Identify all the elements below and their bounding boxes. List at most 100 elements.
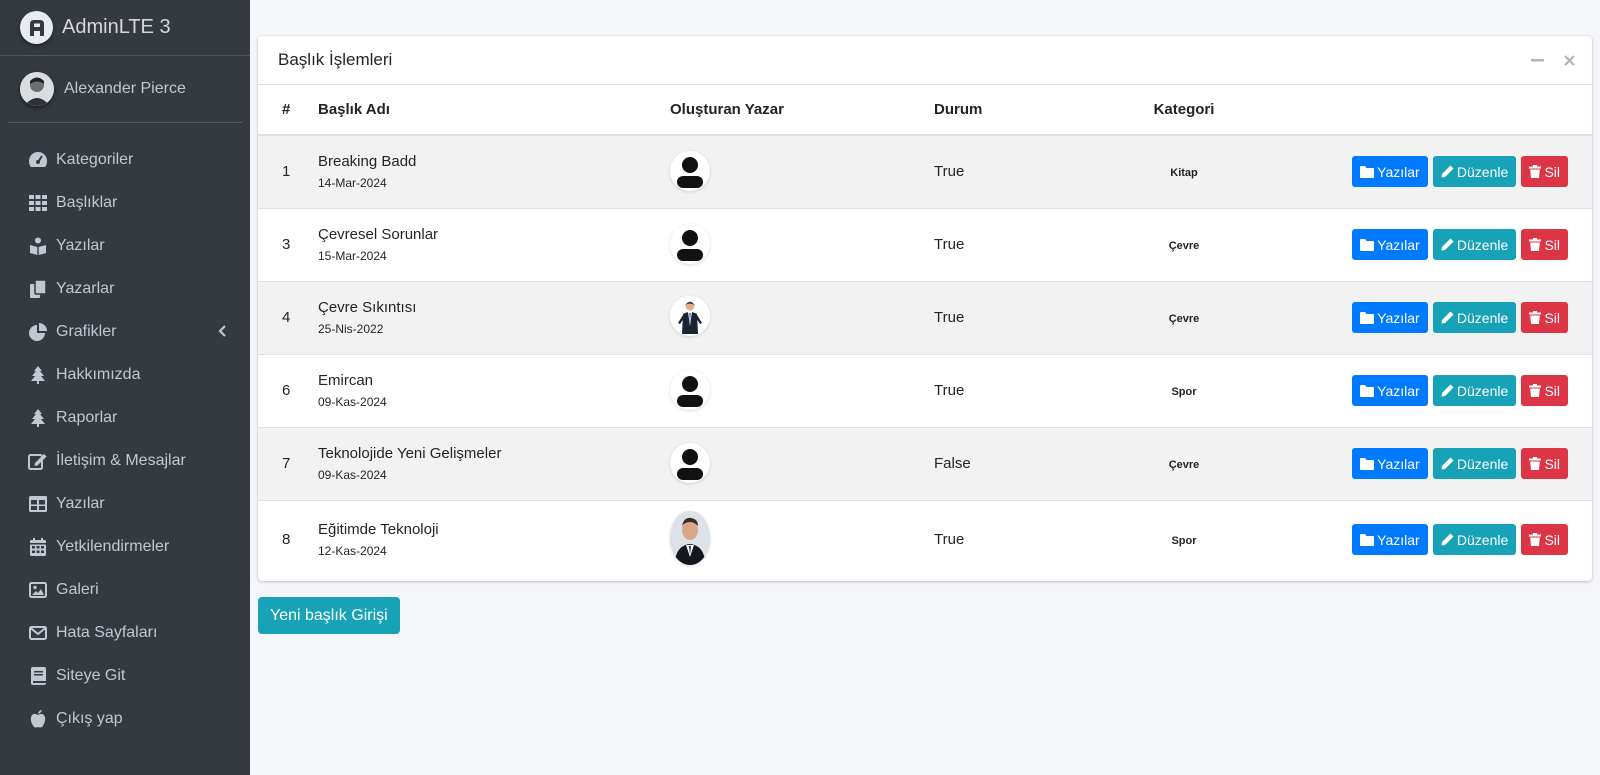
default-user-icon	[670, 370, 710, 410]
grid-icon	[27, 193, 49, 213]
edit-button[interactable]: Düzenle	[1432, 524, 1517, 556]
sidebar-item-yetkilendirmeler[interactable]: Yetkilendirmeler	[0, 525, 250, 568]
book-icon	[27, 666, 49, 686]
row-date: 25-Nis-2022	[318, 322, 384, 336]
sidebar-item-label: Başlıklar	[56, 193, 118, 211]
sidebar-item-label: Kategoriler	[56, 150, 134, 168]
delete-button-label: Sil	[1544, 382, 1560, 399]
edit-button[interactable]: Düzenle	[1432, 448, 1517, 479]
row-actions: Yazılar Düzenle Sil	[1234, 426, 1592, 500]
sidebar-item-hata-sayfalari[interactable]: Hata Sayfaları	[0, 611, 250, 654]
posts-button[interactable]: Yazılar	[1352, 524, 1428, 556]
sidebar-item-label: Hakkımızda	[56, 365, 141, 383]
row-id: 7	[258, 426, 318, 500]
sidebar-item-hakkimizda[interactable]: Hakkımızda	[0, 353, 250, 396]
edit-button[interactable]: Düzenle	[1432, 229, 1517, 260]
trash-icon	[1529, 165, 1542, 179]
edit-button[interactable]: Düzenle	[1432, 156, 1517, 188]
pencil-icon	[1441, 311, 1454, 324]
row-id: 1	[258, 134, 318, 208]
sidebar-item-yazilar-2[interactable]: Yazılar	[0, 482, 250, 525]
row-category-cell: Çevre	[1134, 280, 1234, 354]
row-status: True	[934, 134, 1134, 208]
row-title-cell: Teknolojide Yeni Gelişmeler 09-Kas-2024	[318, 426, 670, 500]
delete-button[interactable]: Sil	[1521, 524, 1568, 556]
default-user-icon	[670, 151, 710, 192]
category-label: Çevre	[1168, 313, 1200, 325]
card-title: Başlık İşlemleri	[278, 50, 393, 69]
edit-button-label: Düzenle	[1456, 531, 1509, 548]
user-panel[interactable]: Alexander Pierce	[8, 56, 242, 123]
pencil-icon	[1441, 165, 1454, 178]
sidebar-item-iletisim[interactable]: İletişim & Mesajlar	[0, 439, 250, 482]
sidebar-item-label: Yazarlar	[56, 279, 115, 297]
table-row: 3 Çevresel Sorunlar 15-Mar-2024 True Çev…	[258, 207, 1592, 281]
times-icon[interactable]	[1562, 53, 1576, 67]
category-label: Çevre	[1168, 240, 1200, 252]
category-label: Spor	[1171, 535, 1197, 548]
delete-button-label: Sil	[1544, 455, 1560, 472]
row-title: Teknolojide Yeni Gelişmeler	[318, 445, 502, 462]
delete-button[interactable]: Sil	[1521, 302, 1568, 333]
posts-button-label: Yazılar	[1377, 236, 1420, 253]
sidebar-item-label: İletişim & Mesajlar	[56, 451, 186, 469]
minus-icon[interactable]	[1530, 53, 1544, 67]
row-title: Breaking Badd	[318, 153, 417, 171]
row-actions: Yazılar Düzenle Sil	[1234, 499, 1592, 579]
sidebar-item-raporlar[interactable]: Raporlar	[0, 396, 250, 439]
row-status: False	[934, 426, 1134, 500]
posts-button[interactable]: Yazılar	[1352, 302, 1428, 333]
row-actions: Yazılar Düzenle Sil	[1234, 134, 1592, 208]
pencil-icon	[1441, 384, 1454, 397]
row-category-cell: Spor	[1134, 499, 1234, 579]
edit-button[interactable]: Düzenle	[1432, 302, 1517, 333]
sidebar-nav: Kategoriler Başlıklar Yazılar Yazarlar G…	[0, 138, 250, 740]
row-author-cell	[670, 280, 934, 354]
brand-link[interactable]: AdminLTE 3	[0, 0, 250, 56]
copy-icon	[27, 279, 49, 299]
posts-button[interactable]: Yazılar	[1352, 156, 1428, 188]
delete-button[interactable]: Sil	[1521, 229, 1568, 260]
delete-button[interactable]: Sil	[1521, 375, 1568, 406]
sidebar-item-kategoriler[interactable]: Kategoriler	[0, 138, 250, 181]
row-author-cell	[670, 499, 934, 579]
sidebar-item-galeri[interactable]: Galeri	[0, 568, 250, 611]
folder-icon	[1360, 238, 1375, 251]
row-date: 09-Kas-2024	[318, 395, 387, 409]
edit-button[interactable]: Düzenle	[1432, 375, 1517, 406]
row-title: Çevresel Sorunlar	[318, 226, 439, 243]
trash-icon	[1529, 311, 1542, 324]
edit-button-label: Düzenle	[1456, 163, 1509, 180]
sidebar-item-grafikler[interactable]: Grafikler	[0, 310, 250, 353]
row-actions: Yazılar Düzenle Sil	[1234, 280, 1592, 354]
sidebar-item-label: Raporlar	[56, 408, 118, 426]
row-category-cell: Çevre	[1134, 207, 1234, 281]
row-actions: Yazılar Düzenle Sil	[1234, 353, 1592, 427]
apple-icon	[27, 709, 49, 729]
posts-button[interactable]: Yazılar	[1352, 229, 1428, 260]
posts-button[interactable]: Yazılar	[1352, 448, 1428, 479]
delete-button[interactable]: Sil	[1521, 156, 1568, 188]
edit-icon	[27, 451, 49, 471]
row-title: Eğitimde Teknoloji	[318, 521, 439, 539]
sidebar-item-yazilar[interactable]: Yazılar	[0, 224, 250, 267]
sidebar-item-basliklar[interactable]: Başlıklar	[0, 181, 250, 224]
table-row: 7 Teknolojide Yeni Gelişmeler 09-Kas-202…	[258, 426, 1592, 500]
row-title: Emircan	[318, 372, 374, 389]
sidebar-item-label: Siteye Git	[56, 666, 126, 684]
row-title-cell: Breaking Badd 14-Mar-2024	[318, 134, 670, 208]
folder-icon	[1360, 311, 1375, 324]
table-row: 4 Çevre Sıkıntısı 25-Nis-2022 True Çevre…	[258, 280, 1592, 354]
calendar-icon	[27, 537, 49, 557]
trash-icon	[1529, 533, 1542, 547]
row-category-cell: Çevre	[1134, 426, 1234, 500]
sidebar-item-label: Yazılar	[56, 494, 105, 512]
sidebar-item-cikis-yap[interactable]: Çıkış yap	[0, 697, 250, 740]
posts-button[interactable]: Yazılar	[1352, 375, 1428, 406]
delete-button[interactable]: Sil	[1521, 448, 1568, 479]
sidebar-item-yazarlar[interactable]: Yazarlar	[0, 267, 250, 310]
row-status: True	[934, 280, 1134, 354]
sidebar-item-siteye-git[interactable]: Siteye Git	[0, 654, 250, 697]
new-title-button[interactable]: Yeni başlık Girişi	[258, 597, 400, 634]
tree-icon	[27, 365, 49, 385]
